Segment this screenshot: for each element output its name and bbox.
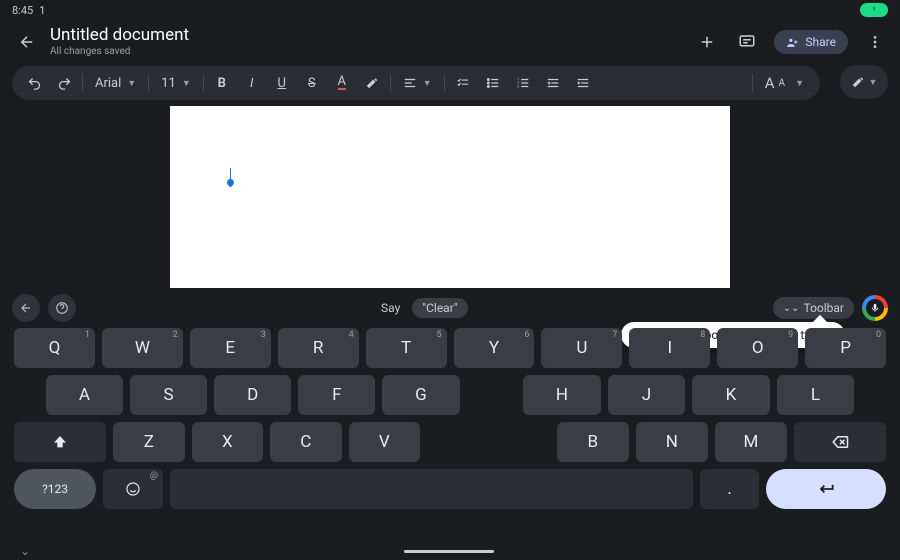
key-b[interactable]: B [557,422,629,462]
key-k[interactable]: K [692,375,770,415]
share-button[interactable]: Share [774,30,848,54]
key-i[interactable]: I8 [629,328,710,368]
bullet-list-icon[interactable] [479,69,507,97]
font-size-selector[interactable]: 11▼ [153,69,199,97]
key-w[interactable]: W2 [102,328,183,368]
key-y[interactable]: Y6 [454,328,535,368]
app-header: Untitled document All changes saved Shar… [0,20,900,64]
key-o[interactable]: O9 [717,328,798,368]
key-h[interactable]: H [523,375,601,415]
key-r[interactable]: R4 [278,328,359,368]
document-canvas[interactable] [0,100,900,288]
mic-active-pill [860,3,888,17]
toolbar-toggle-chip[interactable]: ⌄⌄ Toolbar [773,297,854,319]
key-v[interactable]: V [349,422,420,462]
back-arrow-icon[interactable] [18,33,36,51]
highlight-icon[interactable] [358,69,386,97]
key-q[interactable]: Q1 [14,328,95,368]
document-page[interactable] [170,106,730,288]
key-s[interactable]: S [130,375,207,415]
android-statusbar: 8:45 1 [0,0,900,20]
key-c[interactable]: C [270,422,341,462]
text-format-menu-icon[interactable]: AA▼ [757,69,812,97]
key-f[interactable]: F [298,375,375,415]
formatting-toolbar: Arial▼ 11▼ B I U S A ▼ 123 AA▼ [12,66,820,100]
keyboard-suggestion-bar: Say "Clear" ⌄⌄ Toolbar [0,288,900,326]
text-color-icon[interactable]: A [328,69,356,97]
emoji-key[interactable]: @ [103,469,163,509]
document-title[interactable]: Untitled document [50,26,189,46]
key-e[interactable]: E3 [190,328,271,368]
key-g[interactable]: G [382,375,459,415]
key-x[interactable]: X [192,422,263,462]
shift-key[interactable] [14,422,106,462]
svg-text:3: 3 [517,85,519,89]
backspace-key[interactable] [794,422,886,462]
share-label: Share [805,35,836,49]
align-icon[interactable]: ▼ [395,69,440,97]
redo-icon[interactable] [50,69,78,97]
voice-command-chip[interactable]: "Clear" [412,298,467,318]
period-key[interactable]: . [700,469,760,509]
italic-icon[interactable]: I [238,69,266,97]
keyboard-back-icon[interactable] [12,294,40,322]
edit-mode-button[interactable]: ▼ [840,65,888,99]
nav-home-pill[interactable] [404,550,494,553]
key-l[interactable]: L [777,375,855,415]
key-a[interactable]: A [46,375,123,415]
checklist-icon[interactable] [449,69,477,97]
save-status: All changes saved [50,46,189,58]
bold-icon[interactable]: B [208,69,236,97]
key-t[interactable]: T5 [366,328,447,368]
comments-icon[interactable] [734,29,760,55]
voice-help-icon[interactable] [48,294,76,322]
indent-increase-icon[interactable] [569,69,597,97]
android-navbar: ⌄ [0,544,900,558]
overflow-menu-icon[interactable] [862,29,888,55]
key-m[interactable]: M [715,422,787,462]
key-n[interactable]: N [636,422,708,462]
clock: 8:45 [12,4,33,17]
font-family-selector[interactable]: Arial▼ [87,69,144,97]
key-d[interactable]: D [214,375,291,415]
underline-icon[interactable]: U [268,69,296,97]
text-cursor [230,168,231,182]
undo-icon[interactable] [20,69,48,97]
enter-key[interactable] [766,469,886,509]
onscreen-keyboard: Hide your keyboard while voice typing Q1… [0,326,900,517]
numbered-list-icon[interactable]: 123 [509,69,537,97]
voice-hint-label: Say [381,301,400,315]
strikethrough-icon[interactable]: S [298,69,326,97]
key-j[interactable]: J [608,375,686,415]
notification-count: 1 [39,4,45,17]
spacebar-key[interactable] [170,469,693,509]
assistant-mic-button[interactable] [862,295,888,321]
symbols-key[interactable]: ?123 [14,469,96,509]
indent-decrease-icon[interactable] [539,69,567,97]
key-z[interactable]: Z [113,422,184,462]
nav-hide-keyboard-icon[interactable]: ⌄ [20,544,30,558]
add-icon[interactable] [694,29,720,55]
key-p[interactable]: P0 [805,328,886,368]
key-u[interactable]: U7 [541,328,622,368]
